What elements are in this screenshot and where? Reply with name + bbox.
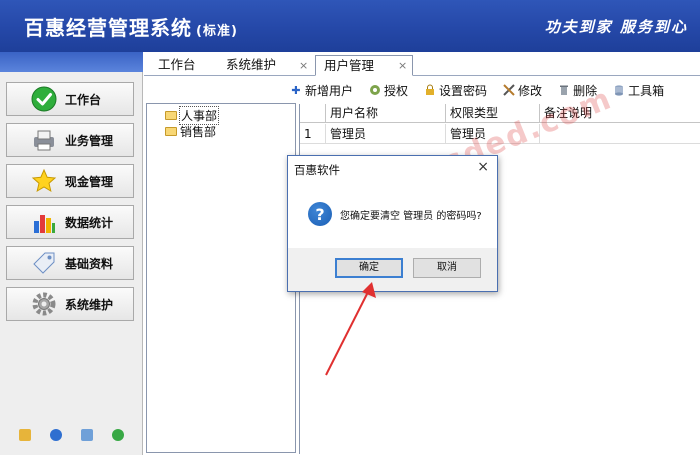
- star-icon: [31, 168, 57, 194]
- sidebar-header-strip: [0, 52, 143, 72]
- check-circle-icon: [31, 86, 57, 112]
- cell-note[interactable]: [540, 124, 700, 144]
- trash-icon: [558, 84, 570, 96]
- sidebar-item-base-data[interactable]: 基础资料: [6, 246, 134, 280]
- delete-label: 删除: [573, 83, 598, 98]
- sidebar-item-cash[interactable]: 现金管理: [6, 164, 134, 198]
- key-icon: [369, 84, 381, 96]
- bar-chart-icon: [31, 209, 57, 235]
- sidebar-item-statistics[interactable]: 数据统计: [6, 205, 134, 239]
- dialog-title: 百惠软件: [294, 163, 340, 177]
- plus-icon: ✚: [291, 83, 301, 97]
- delete-button[interactable]: 删除: [558, 82, 597, 99]
- sidebar-item-label: 业务管理: [65, 133, 114, 148]
- lock-icon: [424, 84, 436, 96]
- tree-item-label: 人事部: [178, 106, 220, 125]
- tab-label: 用户管理: [324, 58, 375, 73]
- add-user-button[interactable]: ✚ 新增用户: [290, 82, 353, 99]
- question-icon: ?: [308, 202, 332, 226]
- tab-bar: 工作台 系统维护 × 用户管理 ×: [144, 52, 700, 76]
- authorize-button[interactable]: 授权: [369, 82, 408, 99]
- tab-system-maintenance[interactable]: 系统维护: [226, 55, 276, 76]
- toolbox-icon: [613, 84, 625, 96]
- column-header-note[interactable]: 备注说明: [540, 104, 700, 123]
- toolbox-label: 工具箱: [628, 83, 665, 98]
- tab-close-system-maintenance[interactable]: ×: [299, 59, 308, 72]
- sidebar-item-label: 现金管理: [65, 174, 114, 189]
- sidebar-item-workbench[interactable]: 工作台: [6, 82, 134, 116]
- tree-item-sales[interactable]: 销售部: [165, 123, 216, 140]
- sidebar-item-business[interactable]: 业务管理: [6, 123, 134, 157]
- edit-label: 修改: [518, 83, 543, 98]
- confirm-dialog: 百惠软件 × ? 您确定要清空 管理员 的密码吗? 确定 取消: [287, 155, 498, 292]
- app-title: 百惠经营管理系统 (标准): [24, 12, 238, 41]
- tools-icon: [503, 84, 515, 96]
- folder-icon: [165, 127, 177, 136]
- gear-icon: [31, 291, 57, 317]
- tab-close-user-management[interactable]: ×: [398, 59, 407, 72]
- department-tree: 人事部 销售部: [146, 103, 296, 453]
- sidebar-item-label: 数据统计: [65, 215, 114, 230]
- sidebar-item-label: 基础资料: [65, 256, 114, 271]
- sidebar-item-system[interactable]: 系统维护: [6, 287, 134, 321]
- dialog-footer: 确定 取消: [288, 248, 497, 291]
- column-header-username[interactable]: 用户名称: [326, 104, 446, 123]
- grid-header: 用户名称 权限类型 备注说明: [300, 104, 700, 123]
- dialog-message: 您确定要清空 管理员 的密码吗?: [340, 211, 482, 222]
- search-icon[interactable]: [80, 429, 93, 441]
- column-header-role[interactable]: 权限类型: [446, 104, 540, 123]
- tree-item-label: 销售部: [180, 125, 217, 139]
- tree-item-hr[interactable]: 人事部: [165, 106, 220, 125]
- cell-username[interactable]: 管理员: [326, 124, 446, 144]
- app-title-text: 百惠经营管理系统: [24, 16, 192, 40]
- tab-workbench[interactable]: 工作台: [158, 55, 196, 76]
- cell-role[interactable]: 管理员: [446, 124, 540, 144]
- set-password-button[interactable]: 设置密码: [424, 82, 487, 99]
- app-slogan: 功夫到家 服务到心: [544, 18, 688, 36]
- title-bar: 百惠经营管理系统 (标准) 功夫到家 服务到心: [0, 0, 700, 52]
- table-row[interactable]: 1 管理员 管理员: [300, 124, 700, 144]
- toolbox-button[interactable]: 工具箱: [613, 82, 664, 99]
- row-index: 1: [300, 124, 326, 144]
- authorize-label: 授权: [384, 83, 409, 98]
- sidebar: 工作台 业务管理 现金管理 数据统计 基础资料 系统维护: [0, 52, 143, 455]
- tag-icon: [31, 250, 57, 276]
- sidebar-item-label: 系统维护: [65, 297, 114, 312]
- set-password-label: 设置密码: [439, 83, 488, 98]
- dialog-close-button[interactable]: ×: [477, 159, 489, 175]
- printer-icon: [31, 127, 57, 153]
- refresh-icon[interactable]: [111, 429, 124, 441]
- sidebar-bottom-icons: [0, 429, 143, 441]
- edit-icon[interactable]: [19, 429, 32, 441]
- add-user-label: 新增用户: [305, 83, 354, 98]
- cancel-button[interactable]: 取消: [413, 258, 481, 278]
- grid-corner: [300, 104, 326, 123]
- edit-button[interactable]: 修改: [503, 82, 542, 99]
- ok-button[interactable]: 确定: [335, 258, 403, 278]
- sidebar-item-label: 工作台: [65, 92, 102, 107]
- clock-icon[interactable]: [50, 429, 63, 441]
- dialog-body: ? 您确定要清空 管理员 的密码吗?: [288, 182, 497, 248]
- toolbar: ✚ 新增用户 授权 设置密码 修改 删除 工具箱: [290, 80, 680, 100]
- folder-icon: [165, 111, 177, 120]
- app-edition: (标准): [196, 24, 238, 39]
